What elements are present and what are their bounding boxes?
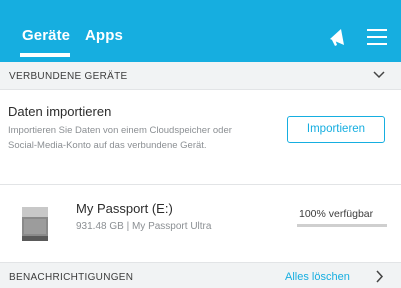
notifications-header: BENACHRICHTIGUNGEN Alles löschen bbox=[0, 262, 401, 288]
import-button[interactable]: Importieren bbox=[287, 116, 385, 143]
device-capacity: 931.48 GB | My Passport Ultra bbox=[76, 221, 212, 232]
hamburger-menu-icon[interactable] bbox=[367, 28, 387, 46]
import-description: Importieren Sie Daten von einem Cloudspe… bbox=[8, 125, 232, 151]
device-availability: 100% verfügbar bbox=[299, 208, 374, 220]
chevron-right-icon[interactable] bbox=[375, 270, 384, 283]
availability-bar-fill bbox=[297, 224, 387, 227]
megaphone-icon[interactable] bbox=[327, 26, 349, 48]
external-drive-icon bbox=[22, 207, 48, 241]
device-name: My Passport (E:) bbox=[76, 201, 173, 216]
section-title-connected-devices: VERBUNDENE GERÄTE bbox=[9, 71, 128, 82]
app-header: Geräte Apps bbox=[0, 0, 401, 62]
tab-devices[interactable]: Geräte bbox=[22, 27, 70, 44]
connected-devices-header[interactable]: VERBUNDENE GERÄTE bbox=[0, 62, 401, 90]
tab-apps[interactable]: Apps bbox=[85, 27, 123, 44]
section-title-notifications: BENACHRICHTIGUNGEN bbox=[9, 272, 134, 283]
device-list-item[interactable]: My Passport (E:) 931.48 GB | My Passport… bbox=[0, 186, 401, 262]
clear-all-link[interactable]: Alles löschen bbox=[285, 271, 350, 283]
active-tab-indicator bbox=[20, 53, 70, 57]
import-title: Daten importieren bbox=[8, 104, 112, 119]
chevron-down-icon[interactable] bbox=[372, 70, 386, 80]
import-panel: Daten importieren Importieren Sie Daten … bbox=[0, 91, 401, 185]
availability-bar bbox=[297, 224, 387, 227]
